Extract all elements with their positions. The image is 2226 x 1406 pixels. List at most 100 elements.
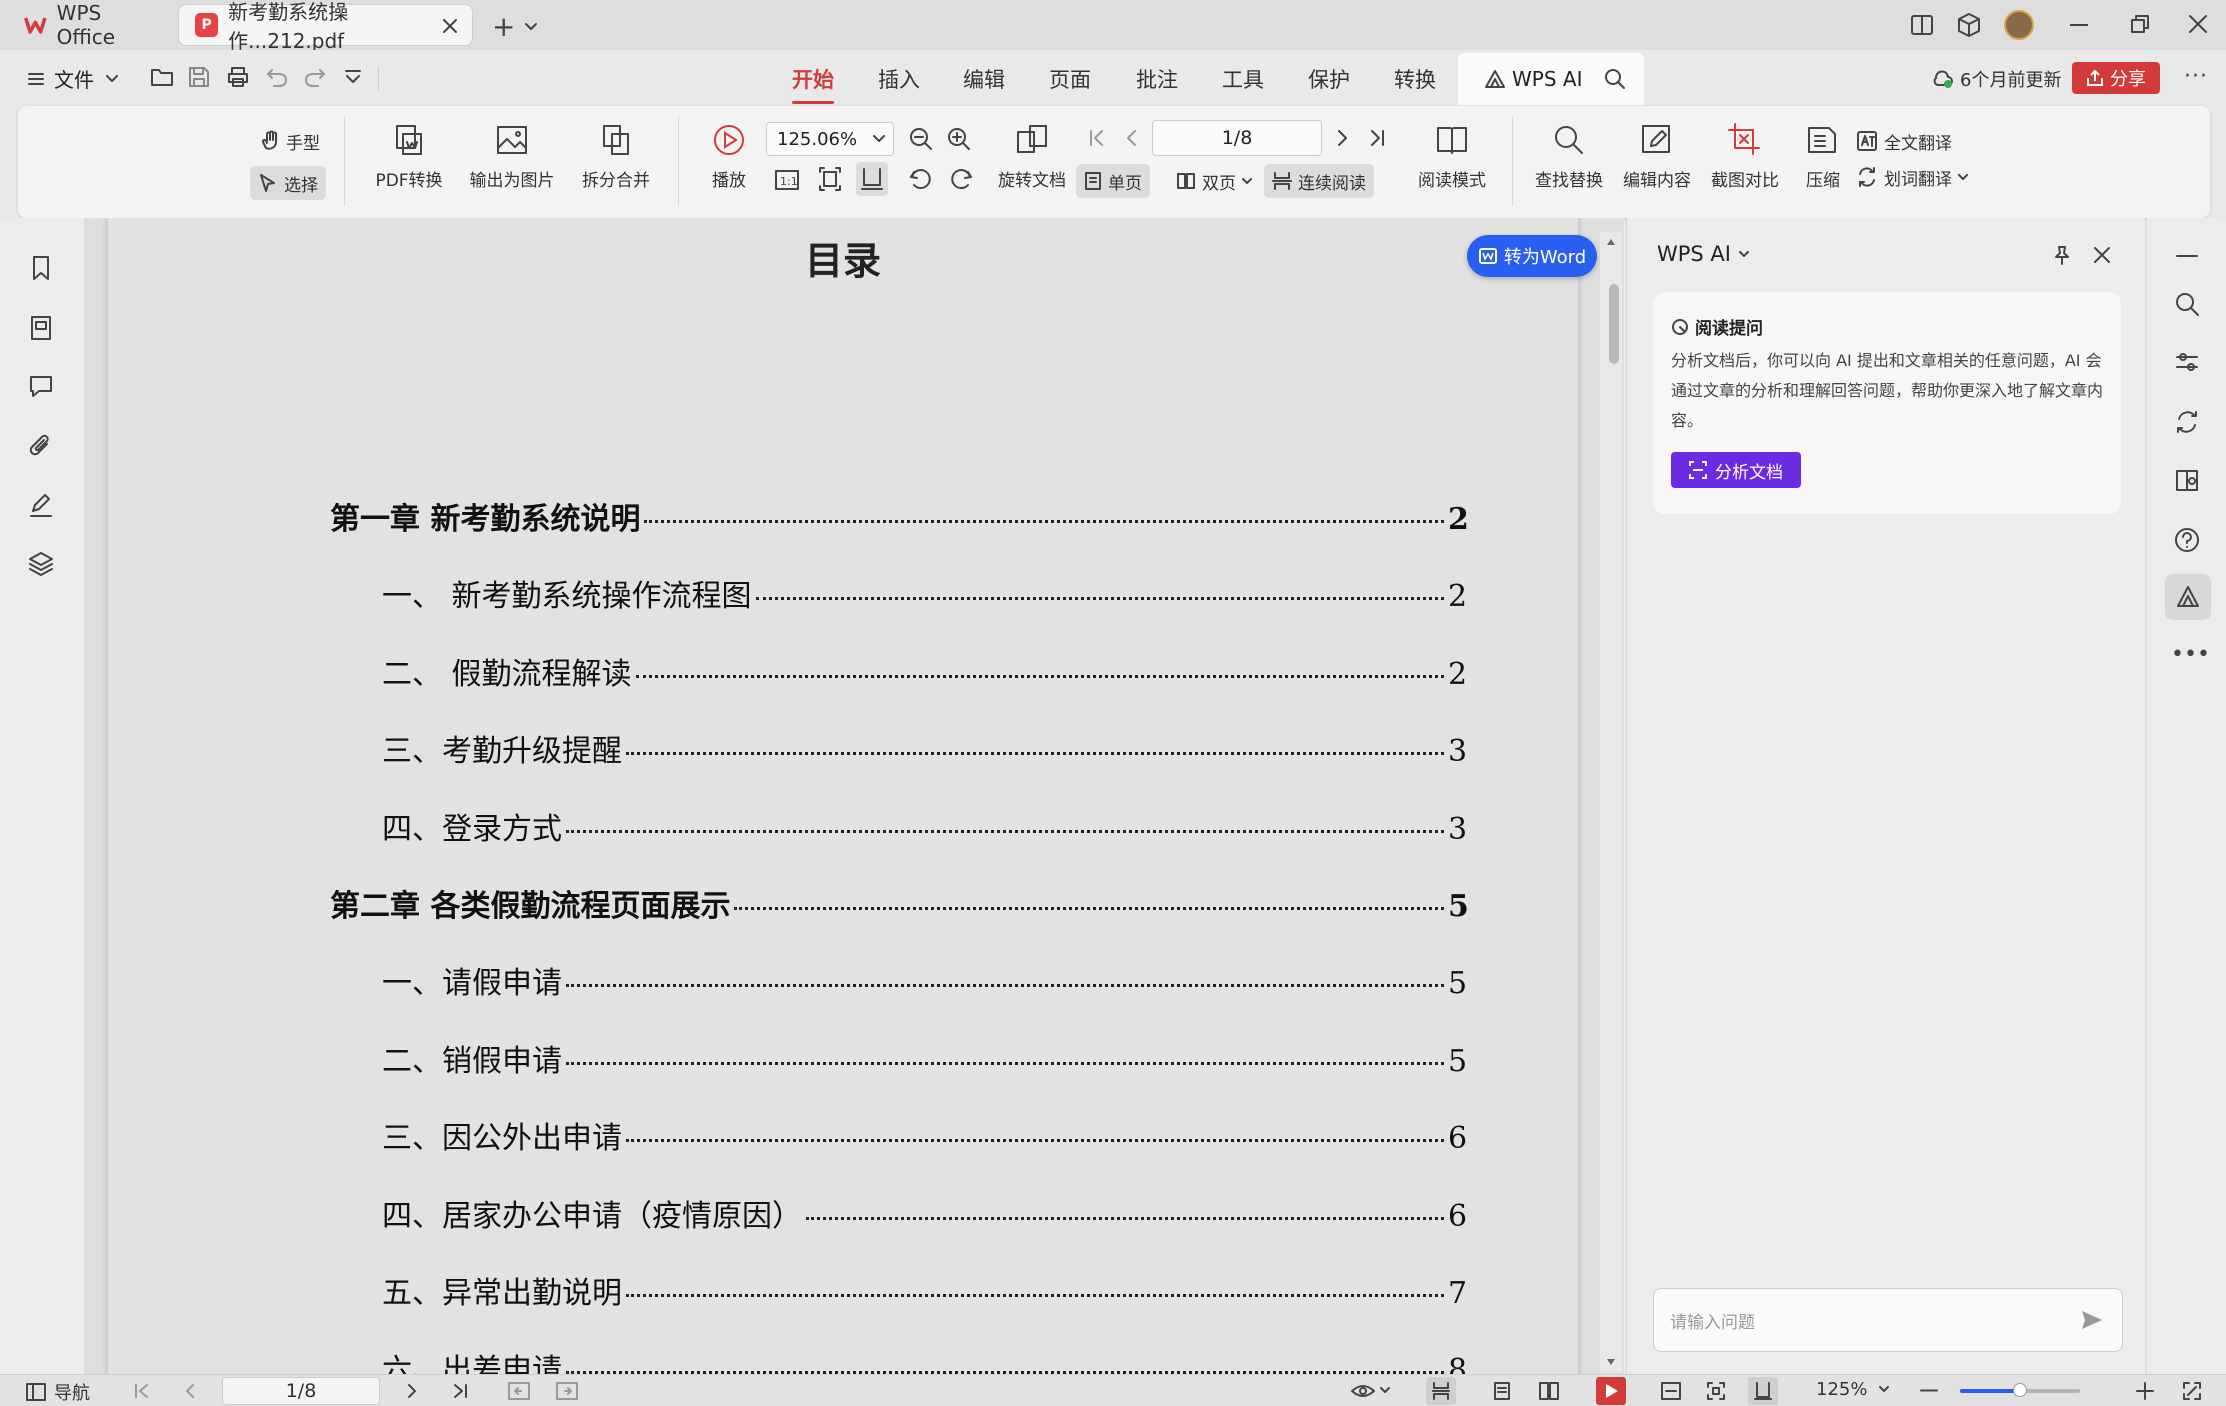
fit-width-button[interactable] [856, 162, 888, 196]
status-zoom-select[interactable]: 125% [1816, 1379, 1890, 1400]
cube-icon[interactable] [1956, 12, 1982, 38]
reading-mode-button[interactable]: 阅读模式 [1402, 122, 1502, 191]
toc-chapter-row[interactable]: 第二章 各类假勤流程页面展示 5 [330, 881, 1469, 925]
double-page-view-icon[interactable] [1538, 1381, 1560, 1401]
help-icon[interactable] [2173, 526, 2201, 554]
restore-icon[interactable] [2130, 14, 2150, 34]
scroll-down-icon[interactable] [1606, 1358, 1616, 1366]
find-replace-button[interactable]: 查找替换 [1524, 122, 1614, 191]
export-image-button[interactable]: 输出为图片 [462, 122, 562, 191]
compress-button[interactable]: 压缩 [1790, 122, 1856, 191]
customize-toolbar-icon[interactable] [344, 68, 362, 86]
rotate-document-button[interactable]: 旋转文档 [992, 122, 1072, 191]
new-tab-button[interactable]: + [492, 10, 538, 43]
single-page-button[interactable]: 单页 [1076, 164, 1150, 198]
play-button[interactable]: 播放 [694, 122, 764, 191]
first-page-button[interactable] [1088, 120, 1114, 156]
thumbnail-icon[interactable] [27, 314, 55, 342]
first-page-icon[interactable] [134, 1383, 150, 1399]
close-tab-icon[interactable] [443, 19, 457, 33]
undo-icon[interactable] [266, 66, 288, 88]
send-icon[interactable] [2080, 1309, 2104, 1331]
attachment-icon[interactable] [27, 432, 55, 460]
tab-insert[interactable]: 插入 [878, 64, 920, 94]
page-input[interactable]: 1/8 [1152, 120, 1322, 156]
search-icon[interactable] [1604, 68, 1626, 90]
layout-icon[interactable] [1910, 14, 1934, 36]
select-tool-button[interactable]: 选择 [250, 166, 326, 200]
toc-section-row[interactable]: 四、居家办公申请（疫情原因） 6 [382, 1191, 1467, 1235]
screenshot-compare-button[interactable]: 截图对比 [1700, 122, 1790, 191]
layers-icon[interactable] [27, 550, 55, 578]
status-page-input[interactable]: 1/8 [222, 1377, 380, 1405]
close-panel-icon[interactable] [2093, 246, 2111, 264]
scroll-up-icon[interactable] [1606, 238, 1616, 246]
toc-chapter-row[interactable]: 第一章 新考勤系统说明 2 [330, 494, 1469, 538]
zoom-in-icon[interactable] [946, 126, 972, 152]
single-page-view-icon[interactable] [1492, 1381, 1512, 1401]
word-translate-button[interactable]: 划词翻译 [1848, 160, 1976, 194]
last-page-icon[interactable] [452, 1383, 468, 1399]
pin-icon[interactable] [2051, 244, 2073, 266]
zoom-slider[interactable] [1960, 1383, 2080, 1397]
convert-to-word-button[interactable]: 转为Word [1467, 235, 1597, 277]
tab-wps-ai[interactable]: WPS AI [1458, 53, 1644, 105]
scrollbar-thumb[interactable] [1609, 284, 1619, 364]
last-page-button[interactable] [1368, 120, 1394, 156]
comment-icon[interactable] [27, 372, 55, 400]
toc-section-row[interactable]: 三、因公外出申请 6 [382, 1113, 1467, 1157]
redo-icon[interactable] [304, 66, 326, 88]
toc-section-row[interactable]: 一、 新考勤系统操作流程图 2 [382, 571, 1467, 615]
wps-ai-rail-button[interactable] [2165, 574, 2211, 620]
chevron-left-icon[interactable] [184, 1383, 196, 1399]
rotate-left-icon[interactable] [908, 168, 932, 190]
analyze-document-button[interactable]: 分析文档 [1671, 452, 1801, 488]
tab-tools[interactable]: 工具 [1222, 64, 1264, 94]
settings-sliders-icon[interactable] [2173, 348, 2201, 376]
update-status[interactable]: 6个月前更新 [1932, 66, 2061, 92]
continuous-reading-button[interactable]: 连续阅读 [1264, 164, 1374, 198]
fit-page-icon[interactable] [1706, 1381, 1726, 1401]
next-page-button[interactable] [1336, 120, 1358, 156]
document-viewport[interactable]: 目录 第一章 新考勤系统说明 2 一、 新考勤系统操作流程图 2 二、 假勤流程解读 2 三… [84, 218, 1624, 1374]
actual-size-icon[interactable]: 1:1 [774, 168, 800, 192]
fit-width-icon[interactable] [1660, 1381, 1682, 1401]
file-menu[interactable]: 文件 [28, 64, 118, 93]
close-window-icon[interactable] [2188, 14, 2208, 34]
navigation-toggle[interactable]: 导航 [26, 1379, 90, 1405]
open-folder-icon[interactable] [150, 66, 174, 88]
rotate-right-icon[interactable] [950, 168, 974, 190]
play-slideshow-button[interactable] [1596, 1377, 1626, 1405]
chevron-down-icon[interactable] [1380, 1387, 1390, 1394]
actual-size-button[interactable] [1748, 1377, 1778, 1405]
more-options-icon[interactable]: ··· [2184, 64, 2208, 89]
toc-section-row[interactable]: 三、考勤升级提醒 3 [382, 726, 1467, 770]
home-tab[interactable]: WPS Office [8, 1, 168, 49]
toc-section-row[interactable]: 五、异常出勤说明 7 [382, 1268, 1467, 1312]
eye-protection-icon[interactable] [1350, 1381, 1376, 1401]
tab-annotate[interactable]: 批注 [1136, 64, 1178, 94]
zoom-select[interactable]: 125.06% [766, 122, 894, 156]
search-icon[interactable] [2173, 290, 2201, 318]
previous-view-icon[interactable] [508, 1381, 530, 1401]
share-button[interactable]: 分享 [2072, 62, 2160, 94]
toc-section-row[interactable]: 六、出差申请 8 [382, 1345, 1467, 1374]
zoom-out-icon[interactable] [908, 126, 934, 152]
more-tools-icon[interactable]: ••• [2171, 642, 2210, 667]
tab-page[interactable]: 页面 [1049, 64, 1091, 94]
toc-section-row[interactable]: 四、登录方式 3 [382, 804, 1467, 848]
split-merge-button[interactable]: 拆分合并 [568, 122, 664, 191]
zoom-in-icon[interactable] [2136, 1382, 2154, 1400]
full-translate-button[interactable]: 全文翻译 [1848, 124, 1960, 158]
fit-page-icon[interactable] [818, 166, 842, 192]
hand-tool-button[interactable]: 手型 [252, 124, 328, 158]
ai-question-input[interactable]: 请输入问题 [1653, 1288, 2123, 1352]
pdf-convert-button[interactable]: PDF转换 [364, 122, 454, 191]
toc-section-row[interactable]: 二、销假申请 5 [382, 1036, 1467, 1080]
toc-section-row[interactable]: 一、请假申请 5 [382, 958, 1467, 1002]
collapse-icon[interactable] [2173, 254, 2201, 258]
zoom-out-icon[interactable] [1920, 1389, 1938, 1392]
tab-start[interactable]: 开始 [792, 64, 834, 104]
avatar[interactable] [2004, 10, 2034, 40]
sync-translate-icon[interactable] [2173, 408, 2201, 436]
